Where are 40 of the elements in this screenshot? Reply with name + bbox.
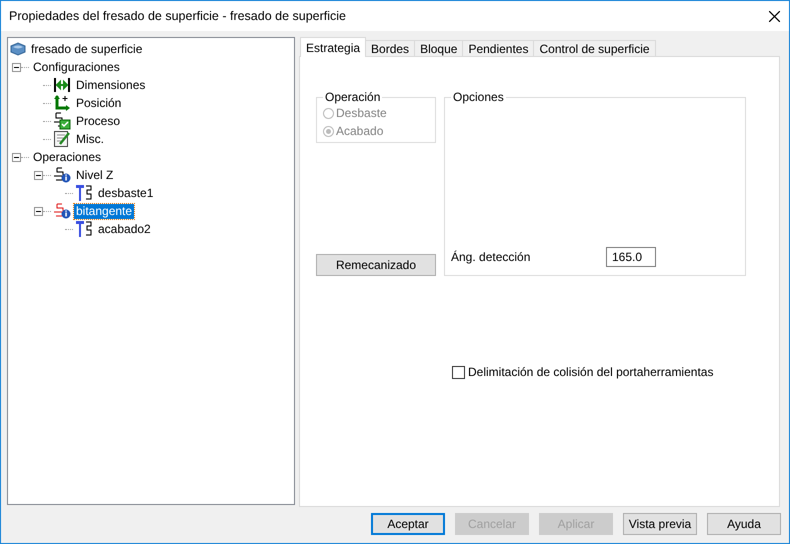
radio-label: Acabado (336, 124, 384, 138)
tab[interactable]: Estrategia (300, 37, 366, 57)
process-check-icon (53, 112, 71, 130)
window-title: Propiedades del fresado de superficie - fresado de superficie (9, 9, 346, 23)
collapse-toggle[interactable] (12, 62, 21, 72)
remachining-button[interactable]: Remecanizado (316, 254, 436, 276)
tree-item[interactable]: acabado2 (96, 222, 153, 236)
part-icon (10, 41, 26, 57)
tree-item[interactable]: Proceso (74, 114, 122, 128)
notepad-icon (53, 130, 71, 148)
tool-icon (75, 220, 93, 238)
dialog-button[interactable]: Aceptar (371, 513, 445, 535)
dimension-icon (53, 77, 71, 93)
dialog-button[interactable]: Vista previa (623, 513, 697, 535)
tree-item[interactable]: Operaciones (31, 150, 104, 164)
collapse-toggle[interactable] (12, 152, 21, 162)
tree-item[interactable]: fresado de superficie (29, 42, 144, 56)
tree-item[interactable]: desbaste1 (96, 186, 156, 200)
radio-label: Desbaste (336, 106, 387, 120)
group-title: Operación (324, 90, 382, 104)
strategy-info-icon (53, 167, 71, 183)
strategy-info-icon (53, 203, 71, 219)
collapse-toggle[interactable] (34, 170, 43, 180)
checkbox-label: Delimitación de colisión del portaherramientas (468, 365, 714, 379)
group-title: Opciones (452, 90, 505, 104)
field-label: Áng. detección (451, 250, 532, 264)
tree-item[interactable]: bitangente (74, 204, 134, 218)
dialog-button[interactable]: Ayuda (707, 513, 781, 535)
tree-item[interactable]: Dimensiones (74, 78, 148, 92)
checkbox[interactable] (452, 366, 465, 378)
position-axes-icon (53, 94, 71, 112)
tree-item[interactable]: Nivel Z (74, 168, 116, 182)
tree-item[interactable]: Posición (74, 96, 124, 110)
tree-item[interactable]: Configuraciones (31, 60, 122, 74)
tab[interactable]: Bloque (414, 40, 464, 57)
collapse-toggle[interactable] (34, 206, 43, 216)
tree-item[interactable]: Misc. (74, 132, 106, 146)
tab[interactable]: Control de superficie (533, 40, 656, 57)
tool-icon (75, 184, 93, 202)
angle-field[interactable]: 165.0 (606, 247, 656, 267)
